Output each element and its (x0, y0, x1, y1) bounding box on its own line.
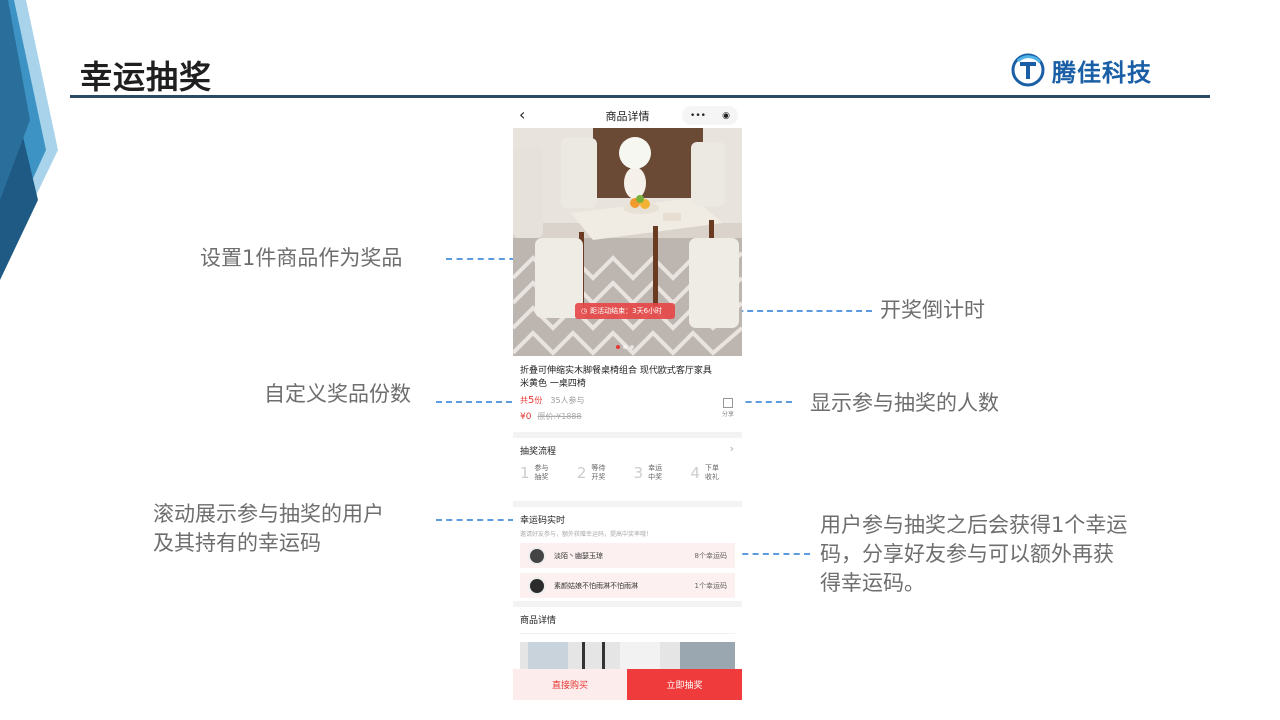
slide-title: 幸运抽奖 (80, 58, 213, 96)
annotation-code-line2: 码，分享好友参与可以额外再获 (820, 542, 1114, 566)
step-text: 等待 开奖 (591, 464, 606, 481)
participant-count: 35人参与 (550, 396, 585, 405)
annotation-line-code (732, 553, 810, 555)
annotation-scroll-line1: 滚动展示参与抽奖的用户 (153, 502, 384, 526)
countdown-label: 距活动结束：3天6小时 (590, 307, 663, 315)
flow-step: 3 幸运 中奖 (634, 464, 667, 482)
step-number: 4 (690, 464, 700, 482)
phone-screen: ‹ 商品详情 ••• ◉ ◷ 距活动结束：3天6小时 折叠可伸缩实木脚餐桌椅组合… (513, 103, 742, 700)
product-price: ¥0 原价:¥1888 (520, 411, 735, 422)
step-text: 下单 收礼 (704, 464, 719, 481)
step-number: 2 (576, 464, 587, 482)
carousel-dot[interactable] (623, 345, 627, 349)
annotation-participants: 显示参与抽奖的人数 (810, 391, 999, 415)
buy-now-button[interactable]: 直接购买 (513, 669, 627, 700)
product-photo (513, 128, 742, 356)
carousel-indicator (616, 345, 634, 349)
mini-program-capsule: ••• ◉ (682, 106, 738, 125)
codes-subtitle: 邀请好友参与，额外获赠幸运码，提高中奖率哦！ (520, 531, 653, 538)
flow-step: 1 参与 抽奖 (520, 464, 553, 482)
code-count: 1个幸运码 (694, 581, 727, 590)
list-item: 淡陌丶幽瑟玉琼 8个幸运码 (520, 543, 735, 568)
countdown-badge: ◷ 距活动结束：3天6小时 (575, 303, 675, 319)
product-image-carousel[interactable]: ◷ 距活动结束：3天6小时 (513, 128, 742, 356)
product-meta: 共5份 35人参与 (520, 395, 735, 406)
user-name: 淡陌丶幽瑟玉琼 (554, 551, 603, 560)
product-name: 折叠可伸缩实木脚餐桌椅组合 现代欧式客厅家具 米黄色 一桌四椅 (520, 365, 735, 391)
share-icon (722, 398, 733, 408)
share-label: 分享 (721, 411, 734, 418)
annotation-code-line1: 用户参与抽奖之后会获得1个幸运 (820, 513, 1128, 537)
draw-now-button[interactable]: 立即抽奖 (627, 669, 742, 700)
flow-step: 4 下单 收礼 (690, 464, 723, 482)
annotation-code-line3: 得幸运码。 (820, 571, 925, 595)
annotation-lucky-code: 用户参与抽奖之后会获得1个幸运 码，分享好友参与可以额外再获 得幸运码。 (820, 511, 1127, 598)
logo-mark-icon (1011, 53, 1045, 87)
lottery-flow[interactable]: 抽奖流程 › 1 参与 抽奖 2 等待 开奖 3 幸运 中奖 4 下单 收礼 (513, 438, 742, 501)
annotation-scroll-line2: 及其持有的幸运码 (153, 531, 321, 555)
flow-step: 2 等待 开奖 (577, 464, 610, 482)
annotation-prize: 设置1件商品作为奖品 (200, 246, 403, 270)
title-divider (70, 95, 1210, 98)
annotation-quantity: 自定义奖品份数 (264, 382, 411, 406)
clock-icon: ◷ (581, 307, 588, 315)
qty-prefix: 共 (520, 396, 528, 405)
back-icon[interactable]: ‹ (519, 105, 525, 124)
step-number: 3 (633, 464, 644, 482)
share-button[interactable]: 分享 (722, 398, 734, 418)
annotation-countdown: 开奖倒计时 (880, 298, 985, 322)
decorative-ribbon (0, 0, 58, 280)
current-price: ¥0 (520, 412, 532, 422)
product-info: 折叠可伸缩实木脚餐桌椅组合 现代欧式客厅家具 米黄色 一桌四椅 共5份 35人参… (513, 356, 742, 432)
qty-suffix: 份 (534, 396, 543, 405)
original-price: 原价:¥1888 (537, 412, 582, 421)
step-text: 参与 抽奖 (534, 464, 549, 481)
more-icon[interactable]: ••• (690, 111, 706, 121)
nav-title: 商品详情 (605, 109, 650, 123)
carousel-dot[interactable] (616, 345, 620, 349)
lucky-code-feed: 幸运码实时 邀请好友参与，额外获赠幸运码，提高中奖率哦！ 淡陌丶幽瑟玉琼 8个幸… (513, 507, 742, 601)
code-count: 8个幸运码 (694, 551, 727, 560)
annotation-scroll: 滚动展示参与抽奖的用户 及其持有的幸运码 (153, 500, 384, 558)
codes-title: 幸运码实时 (520, 516, 566, 526)
step-number: 1 (520, 464, 530, 482)
product-name-line1: 折叠可伸缩实木脚餐桌椅组合 现代欧式客厅家具 (520, 366, 712, 376)
avatar (528, 576, 546, 595)
product-name-line2: 米黄色 一桌四椅 (520, 379, 586, 389)
list-item: 素颜姑娘不怕雨淋不怕雨淋 1个幸运码 (520, 573, 735, 598)
flow-title: 抽奖流程 (520, 447, 557, 457)
carousel-dot[interactable] (630, 345, 634, 349)
close-target-icon[interactable]: ◉ (722, 111, 730, 121)
chevron-right-icon[interactable]: › (730, 442, 734, 455)
bottom-action-bar: 直接购买 立即抽奖 (513, 669, 742, 700)
flow-steps: 1 参与 抽奖 2 等待 开奖 3 幸运 中奖 4 下单 收礼 (520, 464, 735, 482)
detail-title: 商品详情 (520, 613, 735, 634)
step-text: 幸运 中奖 (648, 464, 663, 481)
prize-quantity: 共5份 (520, 395, 542, 406)
nav-bar: ‹ 商品详情 ••• ◉ (513, 103, 742, 128)
company-logo: 腾佳科技 (1010, 52, 1152, 88)
user-name: 素颜姑娘不怕雨淋不怕雨淋 (554, 581, 638, 590)
avatar (528, 546, 546, 565)
logo-text: 腾佳科技 (1052, 58, 1152, 87)
annotation-line-scroll (436, 519, 514, 521)
